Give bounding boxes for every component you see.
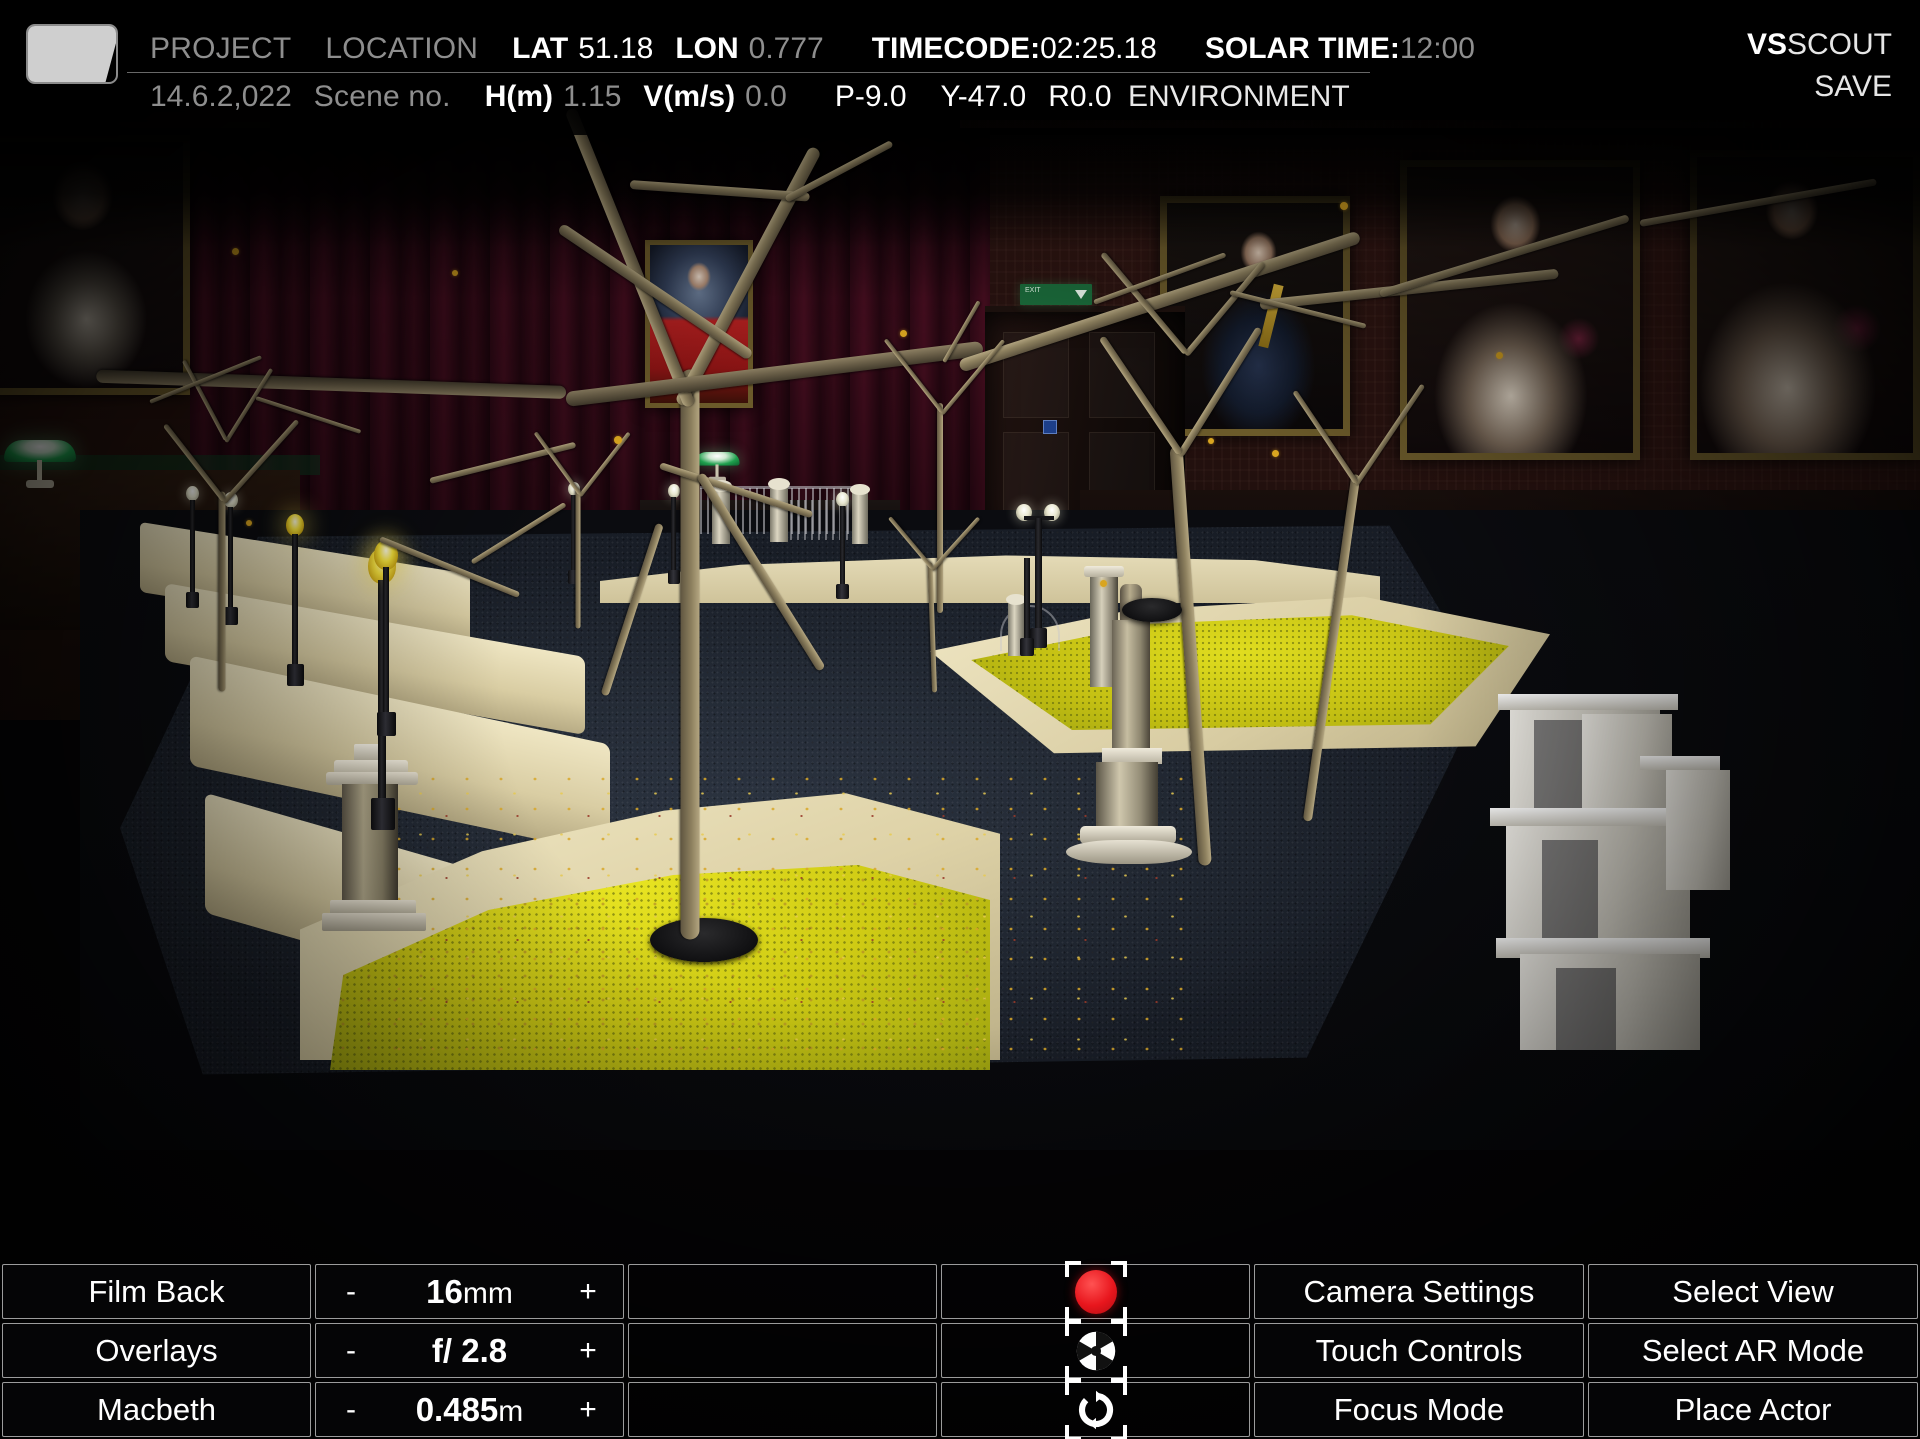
aperture-increment[interactable]: + — [575, 1334, 601, 1368]
tree-bud — [900, 330, 907, 337]
place-actor-button[interactable]: Place Actor — [1588, 1382, 1918, 1437]
yaw-value: Y-47.0 — [940, 80, 1027, 113]
rotate-refresh-icon — [1078, 1390, 1113, 1429]
gate-pier-cap-3 — [850, 484, 870, 495]
aperture-icon — [1076, 1331, 1115, 1370]
camera-settings-button[interactable]: Camera Settings — [1254, 1264, 1584, 1319]
tree-trunk-right-small — [937, 403, 943, 613]
tree-bud — [1496, 352, 1503, 359]
vs-scout-app: EXIT PROJECT LOCATION LAT 51.18 LON 0.77… — [0, 0, 1920, 1439]
tree-bud — [1340, 202, 1348, 210]
tree-bud — [614, 436, 622, 444]
solar-time-label: SOLAR TIME: — [1204, 32, 1400, 65]
viewfinder-passthrough-cell-3 — [628, 1382, 937, 1437]
timecode-value: 02:25.18 — [1040, 32, 1157, 65]
aperture-value: f/ 2.8 — [431, 1331, 508, 1369]
app-brand: VSSCOUT SAVE — [1747, 30, 1892, 102]
project-label[interactable]: PROJECT — [150, 32, 291, 66]
stone-plinth-model — [320, 744, 428, 950]
velocity-label: V(m/s) — [643, 80, 736, 113]
touch-controls-button[interactable]: Touch Controls — [1254, 1323, 1584, 1378]
focal-length-value: 16 — [426, 1272, 463, 1310]
tree-trunk-left — [218, 491, 226, 692]
gate-pier-cap-2 — [768, 478, 790, 490]
brand-scout: SCOUT — [1787, 28, 1892, 61]
tree-trunk-midleft — [575, 488, 581, 629]
tree-base-center — [650, 918, 758, 962]
tree-base-right — [1122, 598, 1182, 622]
reset-orientation-button[interactable] — [941, 1378, 1250, 1439]
film-back-button[interactable]: Film Back — [2, 1264, 311, 1319]
gate-pier-2 — [770, 484, 788, 542]
environment-label[interactable]: ENVIRONMENT — [1128, 80, 1350, 114]
select-ar-mode-button[interactable]: Select AR Mode — [1588, 1323, 1918, 1378]
hud-row-primary: PROJECT LOCATION LAT 51.18 LON 0.777 TIM… — [150, 32, 1475, 66]
aperture-stepper[interactable]: - f/ 2.8 + — [315, 1323, 624, 1378]
focus-mode-button[interactable]: Focus Mode — [1254, 1382, 1584, 1437]
viewfinder-passthrough-cell-2 — [628, 1323, 937, 1378]
location-label[interactable]: LOCATION — [325, 32, 478, 66]
overlays-button[interactable]: Overlays — [2, 1323, 311, 1378]
gate-pier-cap-4 — [1006, 594, 1026, 605]
aperture-button[interactable] — [941, 1319, 1250, 1382]
vs-logo-icon[interactable] — [26, 24, 118, 84]
lat-label: LAT — [512, 32, 569, 65]
solar-time-value: 12:00 — [1399, 32, 1475, 65]
record-button[interactable] — [941, 1260, 1250, 1323]
date-value: 14.6.2,022 — [150, 80, 292, 113]
focus-distance-increment[interactable]: + — [575, 1393, 601, 1427]
gate-pier-3 — [852, 490, 868, 544]
save-button[interactable]: SAVE — [1747, 72, 1892, 102]
focus-distance-unit: m — [498, 1394, 524, 1428]
hud-row-secondary: 14.6.2,022 Scene no. H(m) 1.15 V(m/s) 0.… — [150, 80, 1112, 114]
aperture-decrement[interactable]: - — [338, 1334, 364, 1368]
exit-arrow-icon — [1075, 290, 1087, 299]
tree-trunk-center — [680, 369, 700, 940]
tree-bud — [1100, 580, 1107, 587]
lon-value: 0.777 — [748, 32, 824, 65]
focal-length-decrement[interactable]: - — [338, 1275, 364, 1309]
select-view-button[interactable]: Select View — [1588, 1264, 1918, 1319]
focal-length-stepper[interactable]: - 16mm + — [315, 1264, 624, 1319]
tree-bud — [232, 248, 239, 255]
roll-value: R0.0 — [1048, 80, 1112, 113]
ceiling-shadow — [0, 128, 1920, 248]
macbeth-button[interactable]: Macbeth — [2, 1382, 311, 1437]
focal-length-increment[interactable]: + — [575, 1275, 601, 1309]
focus-distance-stepper[interactable]: - 0.485m + — [315, 1382, 624, 1437]
hud-header-bar: PROJECT LOCATION LAT 51.18 LON 0.777 TIM… — [0, 0, 1920, 135]
height-value: 1.15 — [563, 80, 622, 113]
velocity-value: 0.0 — [745, 80, 787, 113]
hud-divider — [127, 72, 1370, 73]
height-label: H(m) — [484, 80, 554, 113]
focus-distance-value: 0.485 — [415, 1390, 499, 1428]
stone-pillar-cap — [1084, 566, 1124, 577]
tree-bud — [452, 270, 458, 276]
exit-sign-label: EXIT — [1025, 287, 1041, 294]
tree-bud — [1272, 450, 1279, 457]
tree-bud — [246, 520, 252, 526]
exit-sign: EXIT — [1020, 284, 1092, 305]
focus-distance-decrement[interactable]: - — [338, 1393, 364, 1427]
bottom-toolbar: Film Back - 16mm + Camera Settings Selec… — [0, 1260, 1920, 1439]
blue-wall-plaque — [1043, 420, 1057, 434]
pitch-value: P-9.0 — [834, 80, 907, 113]
white-building-model — [1490, 690, 1920, 1050]
timecode-label: TIMECODE: — [871, 32, 1041, 65]
viewfinder-passthrough-cell-1 — [628, 1264, 937, 1319]
lon-label: LON — [675, 32, 739, 65]
scene-no-label[interactable]: Scene no. — [314, 80, 451, 114]
brand-vs: VS — [1746, 28, 1787, 61]
record-button-icon — [1074, 1269, 1117, 1314]
camera-viewfinder-scene[interactable]: EXIT — [0, 0, 1920, 1439]
monument-fountain-model — [1050, 584, 1200, 864]
tree-bud — [1208, 438, 1214, 444]
lat-value: 51.18 — [578, 32, 654, 65]
focal-length-unit: mm — [462, 1276, 513, 1310]
